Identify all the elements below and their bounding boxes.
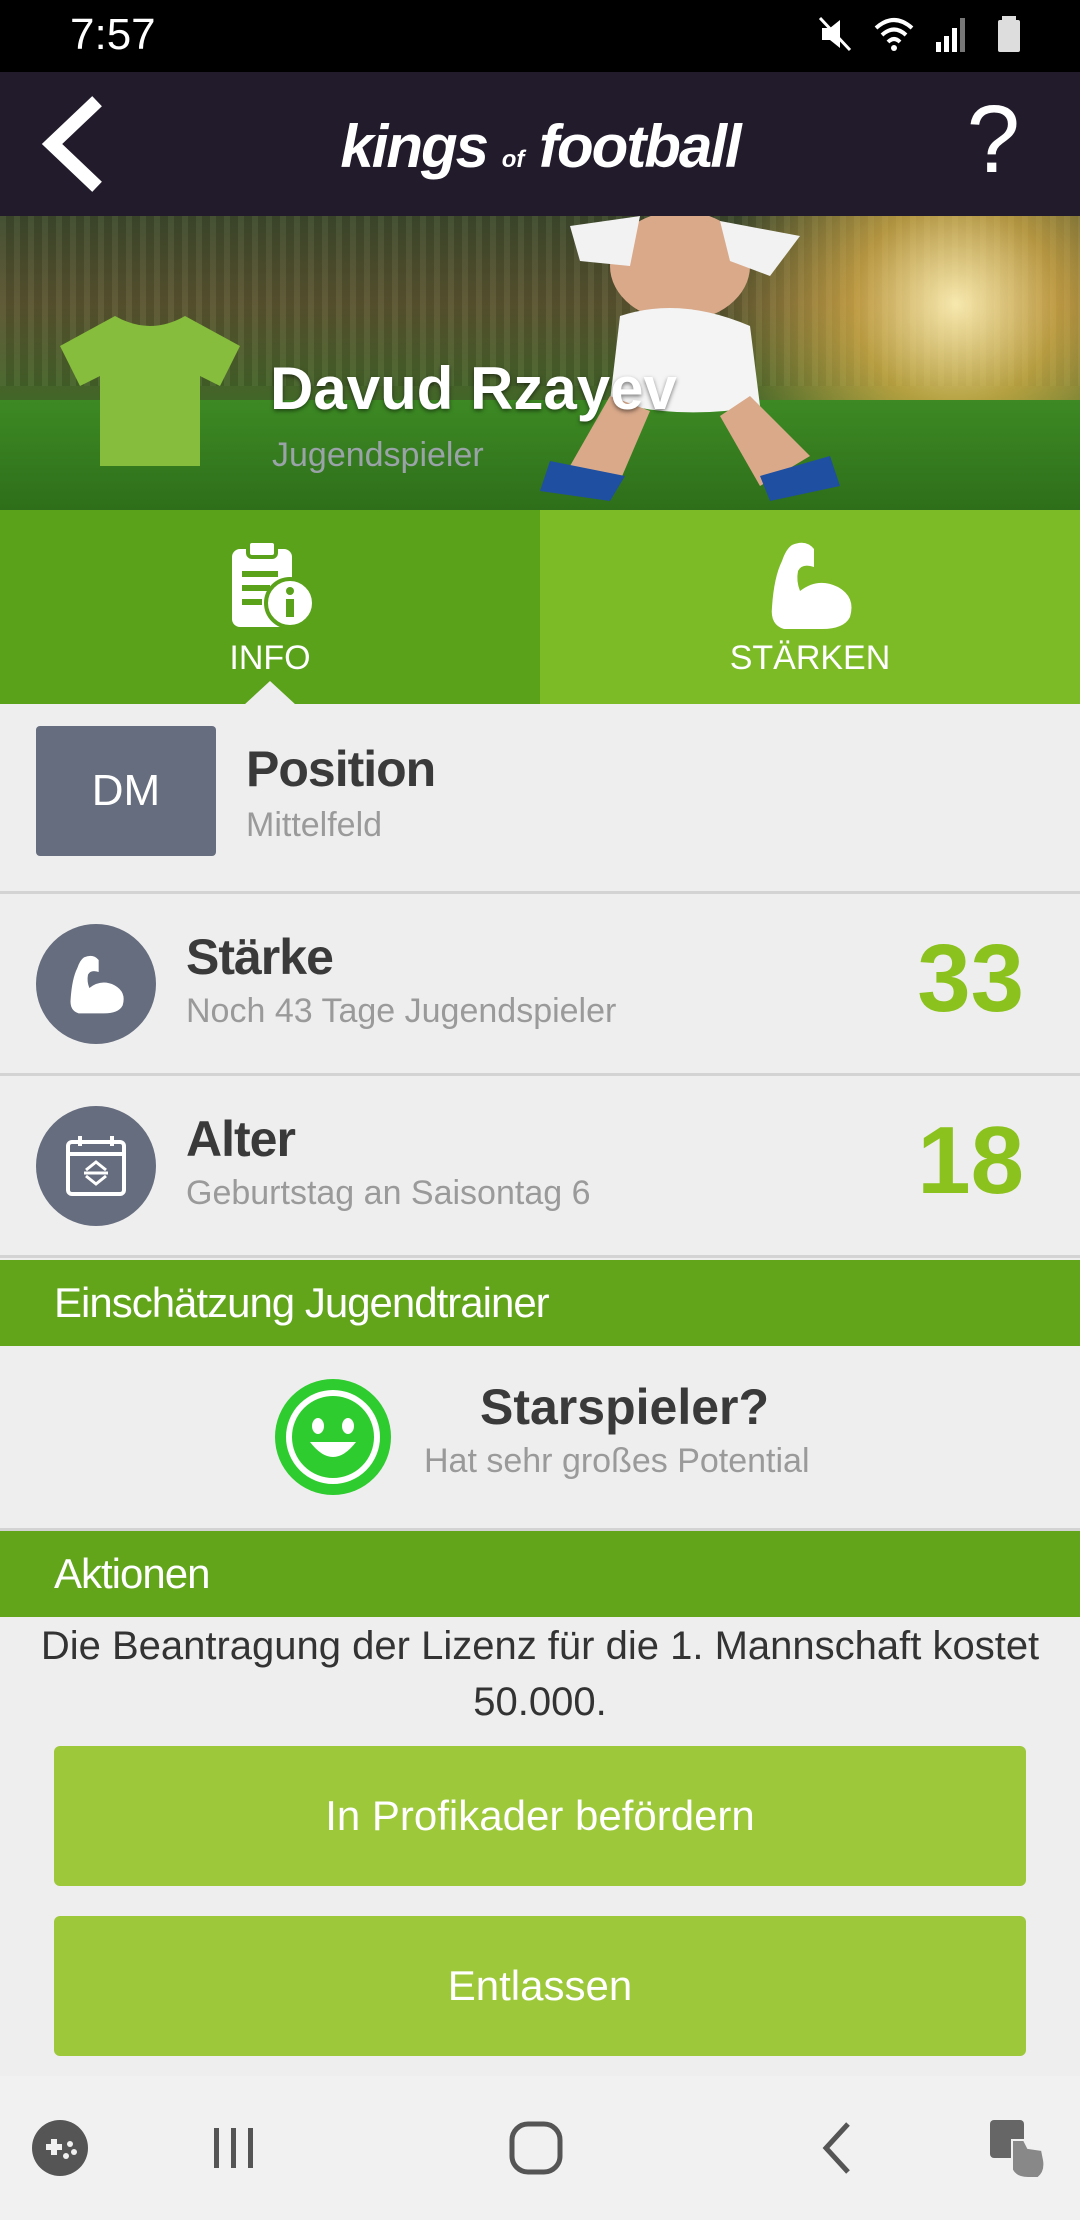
player-role: Jugendspieler bbox=[272, 436, 484, 474]
release-button[interactable]: Entlassen bbox=[54, 1916, 1026, 2056]
position-badge: DM bbox=[36, 726, 216, 856]
age-row: Alter Geburtstag an Saisontag 6 18 bbox=[0, 1076, 1080, 1258]
tab-strengths-label: STÄRKEN bbox=[729, 638, 891, 677]
license-cost-note: Die Beantragung der Lizenz für die 1. Ma… bbox=[40, 1624, 1040, 1724]
tab-strengths[interactable]: STÄRKEN bbox=[540, 510, 1080, 704]
tab-info[interactable]: INFO bbox=[0, 510, 540, 705]
actions-heading: Aktionen bbox=[0, 1531, 1080, 1617]
assessment-title: Starspieler? bbox=[480, 1379, 770, 1435]
wifi-icon bbox=[874, 18, 914, 51]
assessment-subtitle: Hat sehr großes Potential bbox=[424, 1442, 810, 1480]
system-nav-bar bbox=[0, 2076, 1080, 2220]
flexed-bicep-icon bbox=[771, 542, 852, 629]
player-banner: Davud Rzayev Jugendspieler bbox=[0, 216, 1080, 510]
tab-bar: INFO STÄRKEN bbox=[0, 510, 1080, 705]
smiley-face-icon bbox=[275, 1379, 391, 1495]
age-icon-circle bbox=[36, 1106, 156, 1226]
back-nav-icon[interactable] bbox=[804, 2112, 876, 2184]
calendar-icon bbox=[66, 1136, 126, 1196]
brand-logo: kings of football bbox=[0, 112, 1080, 181]
recent-apps-icon[interactable] bbox=[198, 2112, 270, 2184]
clipboard-info-icon bbox=[232, 538, 316, 629]
touch-assist-icon[interactable] bbox=[984, 2112, 1056, 2184]
game-launcher-icon[interactable] bbox=[24, 2112, 96, 2184]
age-subtitle: Geburtstag an Saisontag 6 bbox=[186, 1174, 591, 1212]
active-tab-pointer bbox=[244, 681, 296, 705]
app-header: kings of football ? bbox=[0, 72, 1080, 216]
assessment-heading: Einschätzung Jugendtrainer bbox=[0, 1260, 1080, 1346]
status-icons bbox=[816, 12, 1030, 56]
strength-value: 33 bbox=[917, 925, 1024, 1032]
strength-icon-circle bbox=[36, 924, 156, 1044]
age-title: Alter bbox=[186, 1111, 296, 1167]
battery-icon bbox=[998, 16, 1020, 52]
brand-word-football: football bbox=[539, 113, 742, 180]
position-value: Mittelfeld bbox=[246, 806, 383, 844]
promote-button[interactable]: In Profikader befördern bbox=[54, 1746, 1026, 1886]
position-title: Position bbox=[246, 741, 436, 797]
age-value: 18 bbox=[917, 1107, 1024, 1214]
player-name: Davud Rzayev bbox=[270, 355, 677, 422]
tab-info-label: INFO bbox=[229, 638, 311, 677]
position-row: DM Position Mittelfeld bbox=[0, 704, 1080, 894]
app-screen: 7:57 kings of football ? Davud Rzayev Ju… bbox=[0, 0, 1080, 2220]
signal-icon bbox=[936, 18, 965, 52]
home-icon[interactable] bbox=[500, 2112, 572, 2184]
brand-word-kings: kings bbox=[340, 113, 489, 180]
status-bar: 7:57 bbox=[0, 0, 1080, 72]
flexed-bicep-icon bbox=[70, 955, 124, 1014]
status-time: 7:57 bbox=[70, 10, 156, 59]
brand-word-of: of bbox=[501, 146, 525, 173]
strength-title: Stärke bbox=[186, 929, 334, 985]
help-button[interactable]: ? bbox=[967, 90, 1020, 190]
jersey-icon bbox=[60, 316, 240, 466]
mute-icon bbox=[818, 16, 852, 52]
strength-row: Stärke Noch 43 Tage Jugendspieler 33 bbox=[0, 894, 1080, 1076]
strength-subtitle: Noch 43 Tage Jugendspieler bbox=[186, 992, 617, 1030]
